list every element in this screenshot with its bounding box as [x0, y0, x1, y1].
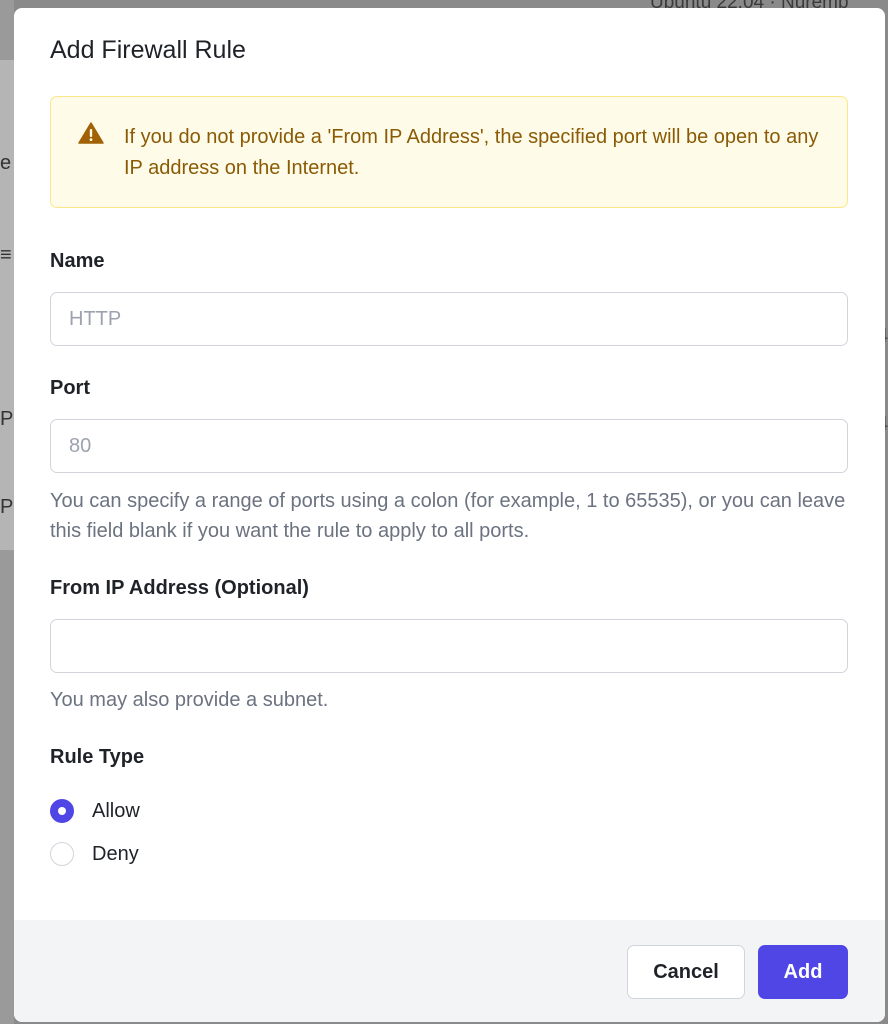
allow-label[interactable]: Allow [92, 800, 140, 823]
background-left-glyph: P [0, 496, 14, 518]
rule-type-option-deny[interactable]: Deny [50, 840, 139, 868]
background-left-glyph: e [0, 152, 12, 174]
dialog-footer [14, 920, 885, 1022]
background-left-panel [0, 60, 14, 550]
cancel-button[interactable]: Cancel [627, 945, 745, 999]
background-left-glyph: P [0, 408, 14, 430]
port-label: Port [50, 377, 90, 399]
add-button[interactable]: Add [758, 945, 848, 999]
warning-alert: If you do not provide a 'From IP Address… [50, 96, 848, 208]
dialog-title: Add Firewall Rule [50, 36, 246, 64]
name-input[interactable] [50, 292, 848, 346]
deny-label[interactable]: Deny [92, 843, 139, 866]
name-label: Name [50, 250, 105, 272]
background-left-glyph: ≡ [0, 244, 12, 266]
allow-radio[interactable] [50, 799, 74, 823]
port-help-text: You can specify a range of ports using a… [50, 490, 846, 542]
from-ip-label: From IP Address (Optional) [50, 577, 309, 599]
warning-text: If you do not provide a 'From IP Address… [124, 126, 819, 179]
rule-type-option-allow[interactable]: Allow [50, 797, 140, 825]
port-input[interactable] [50, 419, 848, 473]
deny-radio[interactable] [50, 842, 74, 866]
from-ip-input[interactable] [50, 619, 848, 673]
rule-type-label: Rule Type [50, 746, 145, 768]
warning-triangle-icon [78, 122, 104, 144]
from-ip-help-text: You may also provide a subnet. [50, 689, 329, 711]
add-firewall-rule-dialog: Add Firewall Rule If you do not provide … [14, 8, 885, 1022]
